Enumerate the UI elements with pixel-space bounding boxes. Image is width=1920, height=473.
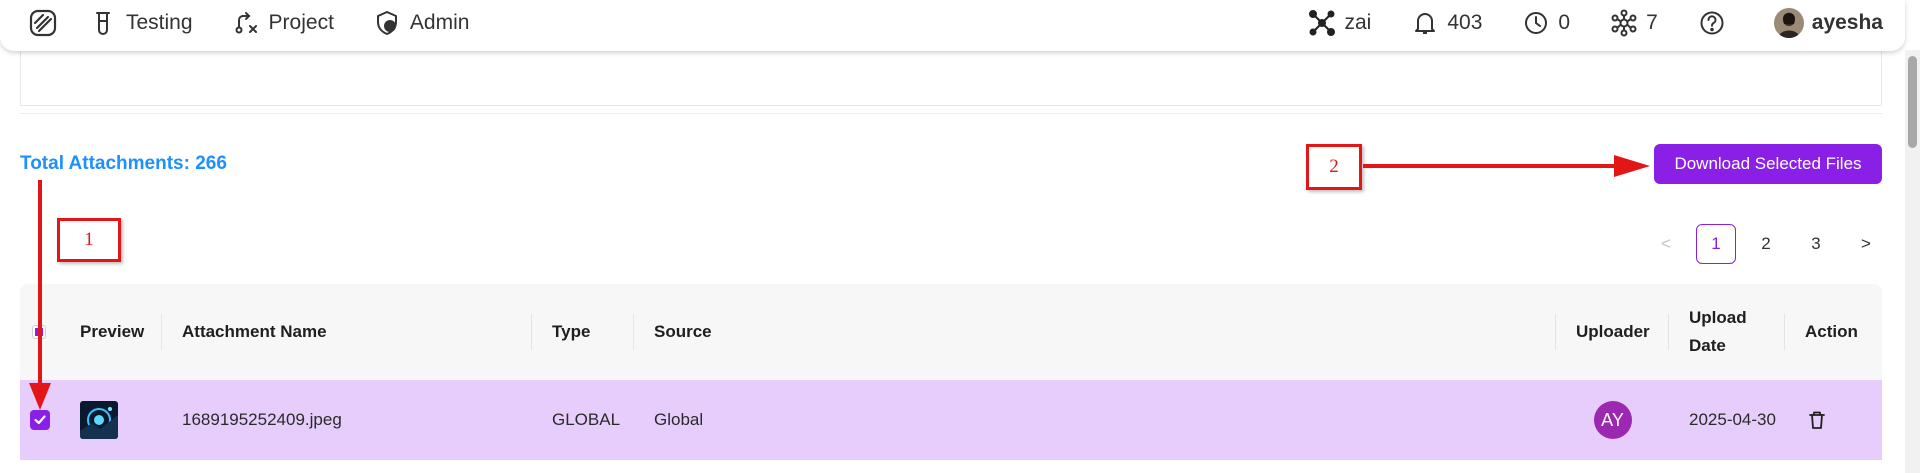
user-menu[interactable]: ayesha <box>1773 8 1883 38</box>
workflow-icon <box>233 10 259 36</box>
notification-count: 403 <box>1447 11 1483 34</box>
hub-icon <box>1610 9 1638 37</box>
user-avatar <box>1773 8 1804 38</box>
network-icon <box>1308 9 1336 37</box>
header-source: Source <box>633 284 1556 380</box>
total-attachments: Total Attachments: 266 <box>20 153 227 174</box>
top-navbar: Testing Project Admin zai 403 0 7 ayesha <box>0 0 1905 51</box>
image-thumbnail[interactable] <box>80 401 118 439</box>
table-row[interactable]: 1689195252409.jpeg GLOBAL Global AY 2025… <box>20 380 1882 460</box>
row-checkbox[interactable] <box>30 410 50 430</box>
notifications-button[interactable]: 403 <box>1411 9 1482 37</box>
nav-testing-label: Testing <box>126 11 193 34</box>
header-upload-date: Upload Date <box>1668 284 1785 380</box>
nav-project[interactable]: Project <box>233 10 334 36</box>
annotation-box-2: 2 <box>1306 144 1362 190</box>
workspace-name: zai <box>1344 11 1372 34</box>
beaker-icon <box>90 10 116 36</box>
scrollbar-thumb[interactable] <box>1908 56 1917 148</box>
pending-count: 0 <box>1558 11 1571 34</box>
pagination-page-3[interactable]: 3 <box>1796 224 1836 264</box>
nav-admin-label: Admin <box>409 11 470 34</box>
row-upload-date: 2025-04-30 <box>1689 410 1776 429</box>
pagination-prev[interactable]: < <box>1646 224 1686 264</box>
user-name: ayesha <box>1811 11 1883 34</box>
header-type: Type <box>531 284 634 380</box>
row-source: Global <box>654 410 704 429</box>
uploader-avatar: AY <box>1593 401 1632 439</box>
nav-admin[interactable]: Admin <box>374 10 470 36</box>
pagination-next[interactable]: > <box>1846 224 1886 264</box>
row-action-cell <box>1805 380 1829 460</box>
pagination-page-1[interactable]: 1 <box>1696 224 1736 264</box>
workspace-switcher[interactable]: zai <box>1308 9 1371 37</box>
pagination-page-2[interactable]: 2 <box>1746 224 1786 264</box>
row-preview-cell <box>80 380 118 460</box>
shield-user-icon <box>374 10 400 36</box>
help-button[interactable] <box>1698 9 1734 37</box>
pending-button[interactable]: 0 <box>1522 9 1570 37</box>
nav-testing[interactable]: Testing <box>90 10 193 36</box>
arrow-right-to-download <box>1363 155 1650 177</box>
download-selected-button[interactable]: Download Selected Files <box>1654 144 1882 184</box>
row-uploader-cell: AY <box>1556 380 1669 460</box>
attachments-table: Preview Attachment Name Type Source Uplo… <box>20 284 1882 460</box>
bell-icon <box>1411 9 1439 37</box>
nodes-button[interactable]: 7 <box>1610 9 1658 37</box>
section-divider <box>20 113 1882 114</box>
header-preview: Preview <box>80 322 145 341</box>
row-attachment-name[interactable]: 1689195252409.jpeg <box>182 380 342 460</box>
pagination: < 1 2 3 > <box>1646 224 1886 264</box>
header-action: Action <box>1784 284 1882 380</box>
row-select-cell <box>30 380 50 460</box>
header-select-cell <box>32 284 46 380</box>
row-type: GLOBAL <box>552 410 621 429</box>
help-icon <box>1698 9 1726 37</box>
header-uploader: Uploader <box>1555 284 1669 380</box>
table-header: Preview Attachment Name Type Source Uplo… <box>20 284 1882 380</box>
annotation-box-1: 1 <box>57 218 121 262</box>
trash-icon[interactable] <box>1805 408 1829 432</box>
nav-project-label: Project <box>268 11 334 34</box>
header-attachment-name: Attachment Name <box>161 284 532 380</box>
app-logo-icon[interactable] <box>26 6 60 40</box>
nodes-count: 7 <box>1646 11 1658 34</box>
clock-icon <box>1522 9 1550 37</box>
select-all-checkbox[interactable] <box>32 325 46 339</box>
